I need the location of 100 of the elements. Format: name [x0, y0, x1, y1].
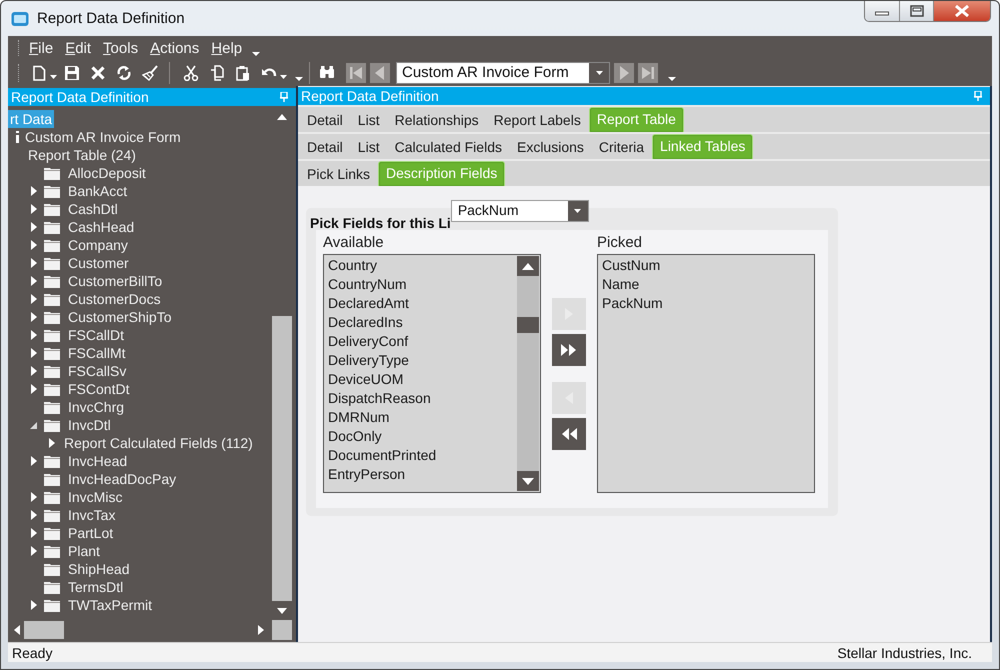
- scissors-icon[interactable]: [183, 65, 199, 81]
- scroll-up-icon[interactable]: [277, 114, 287, 120]
- list-item[interactable]: DMRNum: [328, 408, 513, 427]
- document-icon[interactable]: [31, 65, 47, 81]
- expand-arrow-icon[interactable]: [30, 348, 38, 358]
- copy-icon[interactable]: [209, 65, 225, 81]
- tree-item[interactable]: Plant: [66, 542, 102, 560]
- picked-list[interactable]: CustNum Name PackNum: [597, 254, 815, 493]
- menu-item[interactable]: Edit: [59, 40, 98, 56]
- tree-item[interactable]: CustomerDocs: [66, 290, 163, 308]
- tab[interactable]: Report Labels: [486, 110, 588, 132]
- remove-all-button[interactable]: [552, 418, 586, 450]
- menu-item[interactable]: Help: [205, 40, 248, 56]
- tree-item[interactable]: BankAcct: [66, 182, 130, 200]
- list-item[interactable]: Name: [602, 275, 810, 294]
- tree-item[interactable]: FSCallSv: [66, 362, 128, 380]
- tree-item[interactable]: InvcDtl: [66, 416, 113, 434]
- list-item[interactable]: DocumentPrinted: [328, 446, 513, 465]
- caret-icon[interactable]: [50, 75, 57, 79]
- close-button[interactable]: [933, 1, 990, 21]
- scroll-thumb[interactable]: [24, 621, 64, 639]
- expand-arrow-icon[interactable]: [30, 276, 38, 286]
- tab[interactable]: List: [350, 110, 387, 132]
- expand-arrow-icon[interactable]: [30, 528, 38, 538]
- expand-arrow-icon[interactable]: [30, 186, 38, 196]
- overflow-icon[interactable]: [252, 50, 260, 56]
- menu-item[interactable]: Tools: [97, 40, 144, 56]
- tree-item[interactable]: FSContDt: [66, 380, 132, 398]
- tree-item[interactable]: Custom AR Invoice Form: [23, 128, 183, 146]
- brush-icon[interactable]: [142, 65, 158, 81]
- tree-item[interactable]: Company: [66, 236, 130, 254]
- pin-icon[interactable]: [974, 91, 982, 101]
- tree-item[interactable]: InvcMisc: [66, 488, 124, 506]
- maximize-button[interactable]: [899, 1, 933, 21]
- list-item[interactable]: DocOnly: [328, 427, 513, 446]
- menu-item[interactable]: File: [23, 40, 60, 56]
- tree-item[interactable]: InvcChrg: [66, 398, 126, 416]
- expand-arrow-icon[interactable]: [30, 600, 38, 610]
- list-item[interactable]: DeliveryType: [328, 351, 513, 370]
- list-item[interactable]: DeclaredAmt: [328, 294, 513, 313]
- tab[interactable]: Calculated Fields: [388, 137, 509, 159]
- expand-arrow-icon[interactable]: [30, 222, 38, 232]
- scroll-left-icon[interactable]: [14, 625, 20, 635]
- tree-item[interactable]: FSCallMt: [66, 344, 128, 362]
- minimize-button[interactable]: [865, 1, 899, 21]
- expand-arrow-icon[interactable]: [30, 384, 38, 394]
- expand-arrow-icon[interactable]: [30, 366, 38, 376]
- tree-item[interactable]: AllocDeposit: [66, 164, 148, 182]
- tree-item[interactable]: CustomerShipTo: [66, 308, 174, 326]
- expand-arrow-icon[interactable]: [30, 204, 38, 214]
- tree-item[interactable]: Report Calculated Fields (112): [62, 434, 255, 452]
- tree-item[interactable]: InvcTax: [66, 506, 118, 524]
- tab[interactable]: Exclusions: [510, 137, 591, 159]
- list-item[interactable]: EntryPerson: [328, 465, 513, 484]
- expand-arrow-icon[interactable]: [30, 240, 38, 250]
- list-item[interactable]: DispatchReason: [328, 389, 513, 408]
- scroll-thumb[interactable]: [272, 316, 292, 601]
- tree-item[interactable]: InvcHead: [66, 452, 130, 470]
- expand-arrow-icon[interactable]: [30, 510, 38, 520]
- list-item[interactable]: CountryNum: [328, 275, 513, 294]
- tab[interactable]: Detail: [300, 110, 350, 132]
- list-item[interactable]: DeviceUOM: [328, 370, 513, 389]
- cross-icon[interactable]: [90, 65, 106, 81]
- overflow-icon[interactable]: [668, 75, 676, 81]
- link-table-combo[interactable]: PackNum: [450, 200, 589, 222]
- add-all-button[interactable]: [552, 334, 586, 366]
- tree-item[interactable]: PartLot: [66, 524, 116, 542]
- tab[interactable]: Detail: [300, 137, 350, 159]
- expand-arrow-icon[interactable]: [30, 492, 38, 502]
- scroll-down-icon[interactable]: [277, 608, 287, 614]
- expand-arrow-icon[interactable]: [30, 546, 38, 556]
- expand-arrow-icon[interactable]: [30, 456, 38, 466]
- list-item[interactable]: DeliveryConf: [328, 332, 513, 351]
- tab[interactable]: List: [350, 137, 387, 159]
- caret-icon[interactable]: [280, 75, 287, 79]
- tree-item[interactable]: CustomerBillTo: [66, 272, 164, 290]
- list-item[interactable]: Country: [328, 256, 513, 275]
- tree-item[interactable]: FSCallDt: [66, 326, 126, 344]
- tab[interactable]: Pick Links: [300, 164, 378, 186]
- tab[interactable]: Relationships: [388, 110, 486, 132]
- scroll-up-icon[interactable]: [522, 262, 534, 270]
- tree-item[interactable]: Report Table (24): [26, 146, 138, 164]
- list-item[interactable]: DeclaredIns: [328, 313, 513, 332]
- expand-arrow-icon[interactable]: [30, 294, 38, 304]
- tree-item[interactable]: TWTaxPermit: [66, 596, 154, 614]
- expanded-arrow-icon[interactable]: [30, 420, 38, 430]
- overflow-icon[interactable]: [295, 75, 303, 81]
- tree-item[interactable]: InvcHeadDocPay: [66, 470, 178, 488]
- expand-arrow-icon[interactable]: [30, 330, 38, 340]
- expand-arrow-icon[interactable]: [30, 258, 38, 268]
- record-combo[interactable]: Custom AR Invoice Form: [396, 62, 610, 84]
- menu-item[interactable]: Actions: [144, 40, 206, 56]
- scroll-thumb[interactable]: [517, 317, 539, 333]
- tree-item[interactable]: ShipHead: [66, 560, 132, 578]
- available-list[interactable]: Country CountryNum DeclaredAmt DeclaredIns DeliveryConf DeliveryType DeviceUOM DispatchReason DMRNum DocOnly DocumentPrinted EntryPerson: [323, 254, 541, 493]
- tree-item[interactable]: Customer: [66, 254, 131, 272]
- expand-arrow-icon[interactable]: [30, 312, 38, 322]
- scroll-down-icon[interactable]: [522, 478, 534, 484]
- tree-item[interactable]: CashDtl: [66, 200, 120, 218]
- scrollbar[interactable]: [517, 256, 539, 491]
